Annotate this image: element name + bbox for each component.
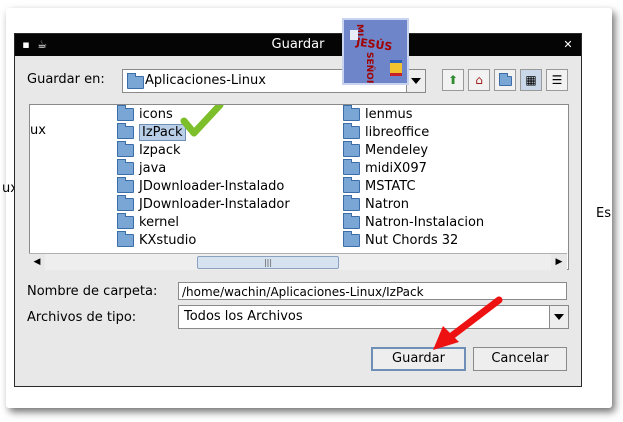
horizontal-scrollbar[interactable]: ◀ ||| ▶ bbox=[29, 253, 567, 270]
folder-icon bbox=[343, 123, 360, 139]
list-item[interactable]: JDownloader-Instalado bbox=[117, 177, 284, 196]
scrollbar-thumb[interactable]: ||| bbox=[197, 256, 339, 269]
list-item[interactable]: JDownloader-Instalador bbox=[117, 195, 290, 214]
new-folder-icon[interactable] bbox=[494, 69, 516, 91]
background-text: ux bbox=[30, 123, 46, 138]
list-item[interactable]: Izpack bbox=[117, 141, 181, 160]
folder-icon bbox=[343, 159, 360, 175]
up-folder-icon[interactable]: ⬆ bbox=[442, 69, 464, 91]
chevron-down-icon[interactable] bbox=[549, 306, 568, 328]
folder-icon bbox=[117, 177, 134, 193]
list-item[interactable]: libreoffice bbox=[343, 123, 429, 142]
list-item-selected[interactable]: IzPack bbox=[117, 123, 186, 142]
folder-icon bbox=[117, 231, 134, 247]
list-item[interactable]: Natron bbox=[343, 195, 409, 214]
folder-icon bbox=[117, 159, 134, 175]
home-icon[interactable]: ⌂ bbox=[468, 69, 490, 91]
background-text: Es bbox=[596, 206, 611, 221]
folder-icon bbox=[343, 141, 360, 157]
folder-icon bbox=[117, 141, 134, 157]
folder-icon bbox=[117, 105, 134, 121]
arrow-annotation-icon bbox=[433, 296, 503, 350]
list-item[interactable]: Mendeley bbox=[343, 141, 428, 160]
folder-icon bbox=[343, 195, 360, 211]
list-item[interactable]: kernel bbox=[117, 213, 179, 232]
list-item[interactable]: icons bbox=[117, 105, 173, 124]
save-in-value: Aplicaciones-Linux bbox=[145, 73, 266, 88]
folder-icon bbox=[117, 213, 134, 229]
save-in-label: Guardar en: bbox=[27, 72, 105, 87]
flag-icon bbox=[350, 30, 358, 40]
file-type-label: Archivos de tipo: bbox=[27, 310, 137, 325]
list-item[interactable]: lenmus bbox=[343, 105, 413, 124]
folder-icon bbox=[343, 177, 360, 193]
title-bar: ▪ ☕ Guardar ✕ bbox=[15, 34, 581, 56]
folder-icon bbox=[343, 231, 360, 247]
list-item[interactable]: Natron-Instalacion bbox=[343, 213, 484, 232]
checkmark-annotation-icon bbox=[180, 105, 224, 137]
file-type-value: Todos los Archivos bbox=[184, 309, 303, 324]
file-list[interactable]: ux icons IzPack Izpack java JDownloader-… bbox=[29, 104, 569, 270]
list-item[interactable]: MSTATC bbox=[343, 177, 416, 196]
list-item[interactable]: Nut Chords 32 bbox=[343, 231, 458, 250]
save-dialog: ▪ ☕ Guardar ✕ Guardar en: Aplicaciones-L… bbox=[14, 33, 582, 387]
flag-icon bbox=[390, 60, 402, 76]
folder-icon bbox=[343, 213, 360, 229]
folder-name-field[interactable]: /home/wachin/Aplicaciones-Linux/IzPack bbox=[178, 282, 567, 300]
list-item[interactable]: midiX097 bbox=[343, 159, 427, 178]
folder-icon bbox=[343, 105, 360, 121]
list-item[interactable]: KXstudio bbox=[117, 231, 196, 250]
file-type-combo[interactable]: Todos los Archivos bbox=[178, 305, 569, 329]
toolbar: ⬆ ⌂ ▦ ☰ bbox=[442, 69, 572, 91]
close-icon[interactable]: ✕ bbox=[561, 38, 575, 52]
folder-name-label: Nombre de carpeta: bbox=[27, 284, 158, 299]
details-view-icon[interactable]: ☰ bbox=[546, 69, 568, 91]
window-title: Guardar bbox=[271, 37, 325, 52]
list-item[interactable]: java bbox=[117, 159, 166, 178]
folder-icon bbox=[127, 73, 144, 89]
watermark-logo: MI JESÚS SEÑOR bbox=[342, 18, 409, 85]
scroll-left-icon[interactable]: ◀ bbox=[29, 254, 45, 270]
folder-icon bbox=[117, 195, 134, 211]
list-view-icon[interactable]: ▦ bbox=[520, 69, 542, 91]
scroll-right-icon[interactable]: ▶ bbox=[551, 254, 567, 270]
folder-icon bbox=[117, 123, 134, 139]
